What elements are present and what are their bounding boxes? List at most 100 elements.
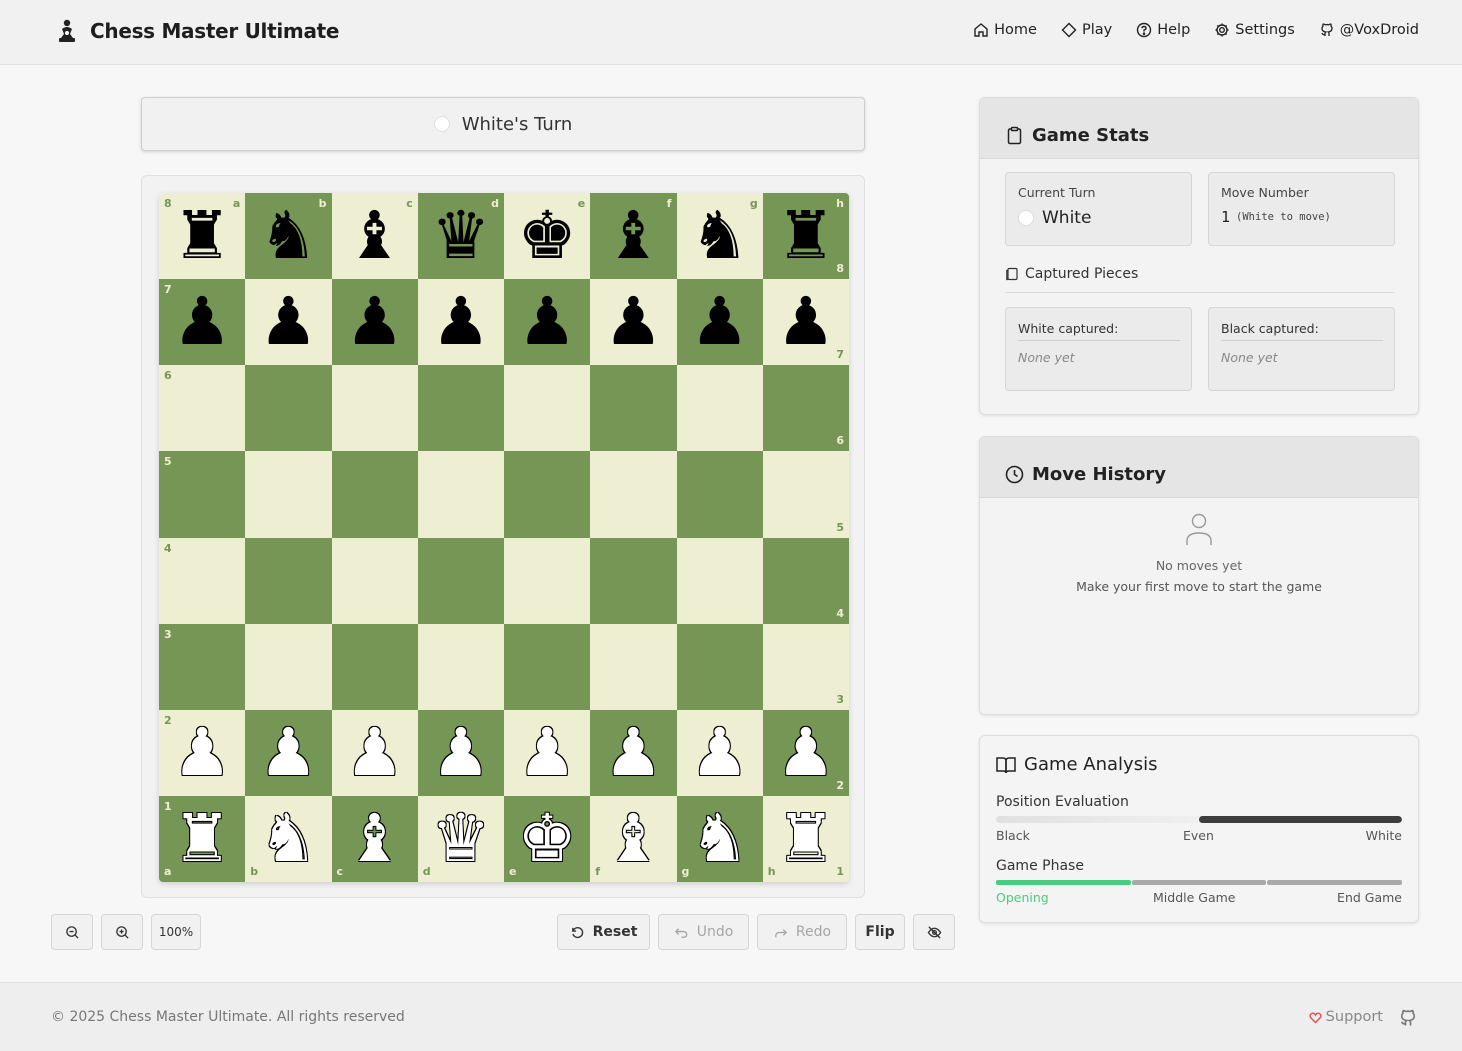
black-pawn-icon[interactable]: ♟ [518, 289, 577, 355]
square-c2[interactable]: ♟ [331, 709, 418, 796]
square-b8[interactable]: b ♞ [245, 193, 332, 280]
square-f6[interactable] [590, 365, 677, 452]
black-bishop-icon[interactable]: ♝ [604, 203, 663, 269]
square-e7[interactable]: ♟ [504, 279, 591, 366]
white-queen-icon[interactable]: ♛ [431, 805, 490, 872]
black-pawn-icon[interactable]: ♟ [431, 289, 490, 355]
square-e6[interactable] [504, 365, 591, 452]
flip-board-button[interactable]: Flip [855, 914, 905, 950]
nav-github[interactable]: @VoxDroid [1319, 22, 1419, 38]
white-knight-icon[interactable]: ♞ [259, 805, 318, 872]
square-a4[interactable]: 4 [159, 537, 246, 624]
square-c4[interactable] [331, 537, 418, 624]
toggle-visibility-button[interactable] [913, 914, 955, 950]
square-c7[interactable]: ♟ [331, 279, 418, 366]
black-pawn-icon[interactable]: ♟ [776, 289, 835, 355]
zoom-out-button[interactable] [51, 914, 93, 950]
square-g3[interactable] [676, 623, 763, 710]
square-b5[interactable] [245, 451, 332, 538]
square-a5[interactable]: 5 [159, 451, 246, 538]
square-d5[interactable] [417, 451, 504, 538]
white-pawn-icon[interactable]: ♟ [259, 719, 318, 786]
square-e2[interactable]: ♟ [504, 709, 591, 796]
square-e8[interactable]: e ♚ [504, 193, 591, 280]
square-f8[interactable]: f ♝ [590, 193, 677, 280]
white-pawn-icon[interactable]: ♟ [431, 719, 490, 786]
square-a1[interactable]: a 1 ♜ [159, 795, 246, 882]
black-knight-icon[interactable]: ♞ [690, 203, 749, 269]
square-b2[interactable]: ♟ [245, 709, 332, 796]
white-pawn-icon[interactable]: ♟ [690, 719, 749, 786]
square-g8[interactable]: g ♞ [676, 193, 763, 280]
square-a6[interactable]: 6 [159, 365, 246, 452]
zoom-level[interactable]: 100% [151, 914, 201, 950]
white-rook-icon[interactable]: ♜ [776, 805, 835, 872]
black-pawn-icon[interactable]: ♟ [173, 289, 232, 355]
square-g5[interactable] [676, 451, 763, 538]
square-f5[interactable] [590, 451, 677, 538]
white-pawn-icon[interactable]: ♟ [173, 719, 232, 786]
square-a2[interactable]: 2 ♟ [159, 709, 246, 796]
square-b3[interactable] [245, 623, 332, 710]
white-rook-icon[interactable]: ♜ [173, 805, 232, 872]
square-d1[interactable]: d ♛ [417, 795, 504, 882]
square-h7[interactable]: 7 ♟ [762, 279, 849, 366]
nav-play[interactable]: Play [1061, 22, 1112, 38]
black-bishop-icon[interactable]: ♝ [345, 203, 404, 269]
square-f7[interactable]: ♟ [590, 279, 677, 366]
square-b4[interactable] [245, 537, 332, 624]
white-knight-icon[interactable]: ♞ [690, 805, 749, 872]
white-pawn-icon[interactable]: ♟ [776, 719, 835, 786]
square-g4[interactable] [676, 537, 763, 624]
nav-help[interactable]: Help [1136, 22, 1190, 38]
square-d3[interactable] [417, 623, 504, 710]
square-f1[interactable]: f ♝ [590, 795, 677, 882]
support-link[interactable]: Support [1309, 1009, 1383, 1025]
square-c3[interactable] [331, 623, 418, 710]
black-rook-icon[interactable]: ♜ [776, 203, 835, 269]
black-pawn-icon[interactable]: ♟ [259, 289, 318, 355]
square-h3[interactable]: 3 [762, 623, 849, 710]
square-f3[interactable] [590, 623, 677, 710]
square-h5[interactable]: 5 [762, 451, 849, 538]
square-d2[interactable]: ♟ [417, 709, 504, 796]
black-rook-icon[interactable]: ♜ [173, 203, 232, 269]
white-pawn-icon[interactable]: ♟ [345, 719, 404, 786]
square-h6[interactable]: 6 [762, 365, 849, 452]
footer-github-icon[interactable] [1398, 1008, 1418, 1028]
white-pawn-icon[interactable]: ♟ [604, 719, 663, 786]
square-h1[interactable]: h 1 ♜ [762, 795, 849, 882]
square-f4[interactable] [590, 537, 677, 624]
square-g1[interactable]: g ♞ [676, 795, 763, 882]
square-b1[interactable]: b ♞ [245, 795, 332, 882]
square-e3[interactable] [504, 623, 591, 710]
square-d6[interactable] [417, 365, 504, 452]
square-e1[interactable]: e ♚ [504, 795, 591, 882]
reset-button[interactable]: Reset [557, 914, 650, 950]
square-h8[interactable]: h 8 ♜ [762, 193, 849, 280]
black-pawn-icon[interactable]: ♟ [690, 289, 749, 355]
square-g2[interactable]: ♟ [676, 709, 763, 796]
square-a8[interactable]: 8 a ♜ [159, 193, 246, 280]
nav-home[interactable]: Home [973, 22, 1037, 38]
square-d7[interactable]: ♟ [417, 279, 504, 366]
black-pawn-icon[interactable]: ♟ [345, 289, 404, 355]
square-c5[interactable] [331, 451, 418, 538]
black-king-icon[interactable]: ♚ [518, 203, 577, 269]
square-d4[interactable] [417, 537, 504, 624]
square-e5[interactable] [504, 451, 591, 538]
square-c8[interactable]: c ♝ [331, 193, 418, 280]
app-logo[interactable]: Chess Master Ultimate [56, 18, 339, 44]
square-h4[interactable]: 4 [762, 537, 849, 624]
chess-board[interactable]: 8 a ♜ b ♞ c ♝ d ♛ e ♚ f ♝ g ♞ h 8 ♜ 7 ♟ ♟ ♟ ♟ ♟ ♟ ♟ 7 ♟ 6 6 5 5 4 4 3 3 2 ♟ ♟ ♟… [159, 193, 849, 882]
square-b7[interactable]: ♟ [245, 279, 332, 366]
black-pawn-icon[interactable]: ♟ [604, 289, 663, 355]
square-g6[interactable] [676, 365, 763, 452]
zoom-in-button[interactable] [101, 914, 143, 950]
white-bishop-icon[interactable]: ♝ [604, 805, 663, 872]
square-a3[interactable]: 3 [159, 623, 246, 710]
square-h2[interactable]: 2 ♟ [762, 709, 849, 796]
black-knight-icon[interactable]: ♞ [259, 203, 318, 269]
undo-button[interactable]: Undo [658, 914, 749, 950]
white-bishop-icon[interactable]: ♝ [345, 805, 404, 872]
